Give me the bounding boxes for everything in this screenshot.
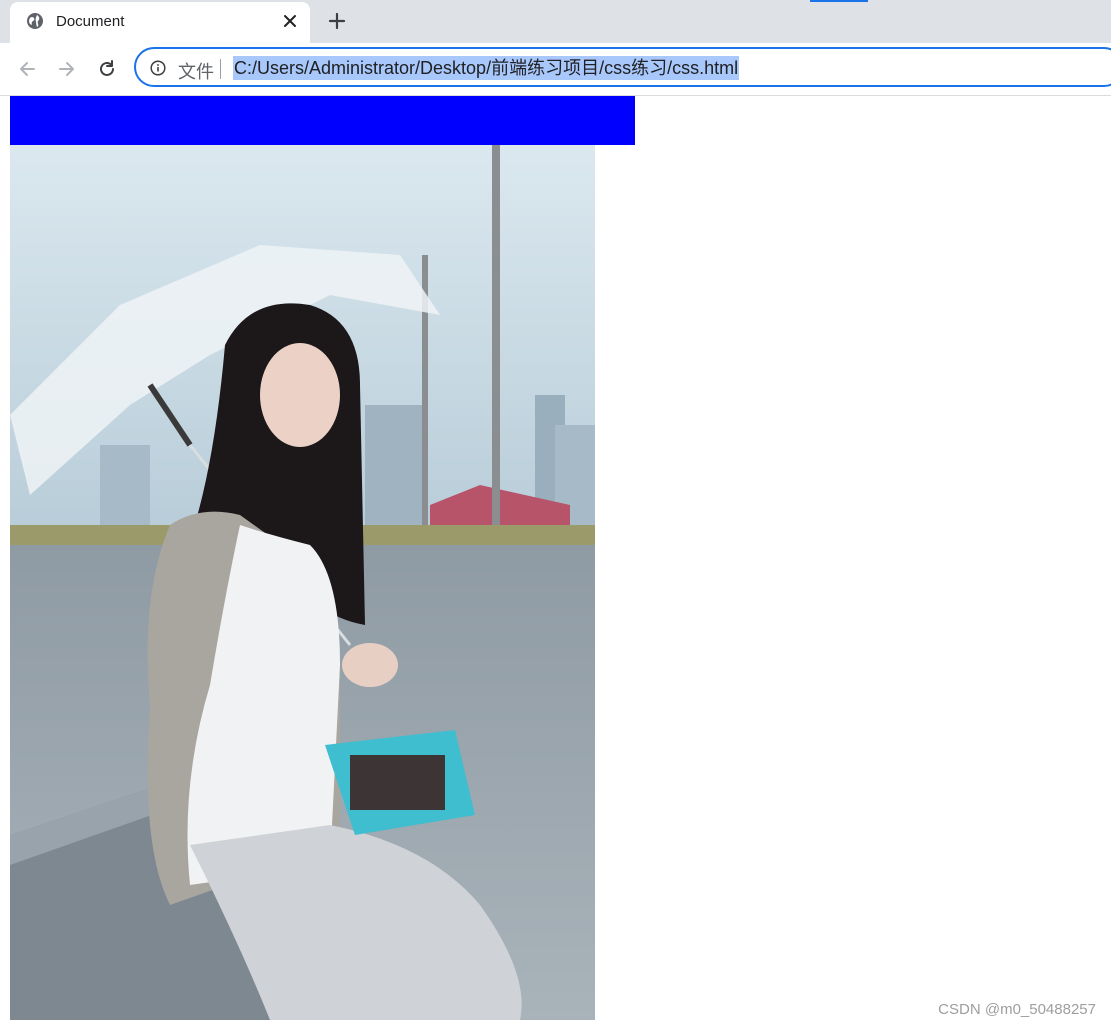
- url-text[interactable]: C:/Users/Administrator/Desktop/前端练习项目/cs…: [233, 56, 740, 80]
- omnibox-separator: [220, 59, 221, 79]
- toolbar: 文件 C:/Users/Administrator/Desktop/前端练习项目…: [0, 43, 1111, 96]
- address-bar[interactable]: 文件 C:/Users/Administrator/Desktop/前端练习项目…: [134, 47, 1111, 87]
- blue-box: [10, 96, 635, 145]
- back-arrow-icon[interactable]: [15, 57, 39, 81]
- info-icon[interactable]: [150, 60, 166, 76]
- close-icon[interactable]: [280, 11, 300, 31]
- photo-illustration: [10, 145, 595, 1020]
- forward-arrow-icon[interactable]: [55, 57, 79, 81]
- tab-title: Document: [56, 13, 125, 30]
- watermark: CSDN @m0_50488257: [938, 1001, 1096, 1018]
- photo: [10, 145, 595, 1020]
- tab-strip-accent: [810, 0, 868, 2]
- scheme-label: 文件: [178, 62, 214, 82]
- tab-document[interactable]: Document: [10, 2, 310, 43]
- browser-window: Document 文件 C:/Users/Administrator/Deskt…: [0, 0, 1111, 1028]
- plus-icon[interactable]: [326, 10, 348, 32]
- globe-icon: [26, 12, 44, 30]
- reload-icon[interactable]: [95, 57, 119, 81]
- tab-strip: Document: [0, 0, 1111, 43]
